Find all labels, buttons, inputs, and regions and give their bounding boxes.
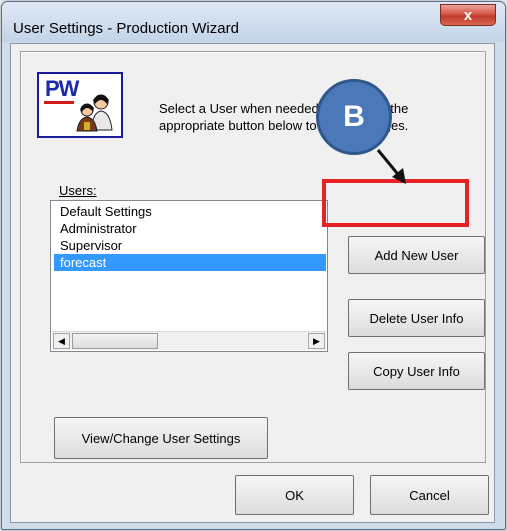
copy-user-info-button[interactable]: Copy User Info [348,352,485,390]
list-item-default-settings[interactable]: Default Settings [54,203,326,220]
user-settings-panel: PW Select a User when needed, then press… [20,51,486,463]
list-item-forecast[interactable]: forecast [54,254,326,271]
ok-button[interactable]: OK [235,475,354,515]
delete-user-info-button[interactable]: Delete User Info [348,299,485,337]
list-item-administrator[interactable]: Administrator [54,220,326,237]
intro-instructions: Select a User when needed, then press th… [159,101,409,133]
scroll-thumb[interactable] [72,333,158,349]
production-wizard-logo: PW [37,72,123,138]
cancel-button[interactable]: Cancel [370,475,489,515]
chevron-right-icon: ▶ [313,336,320,346]
list-item-supervisor[interactable]: Supervisor [54,237,326,254]
step-marker-b: B [316,79,392,155]
close-button[interactable]: x [440,4,496,26]
chevron-left-icon: ◀ [58,336,65,346]
view-change-settings-button[interactable]: View/Change User Settings [54,417,268,459]
add-new-user-button[interactable]: Add New User [348,236,485,274]
dialog-client-area: PW Select a User when needed, then press… [10,43,495,523]
scroll-right-button[interactable]: ▶ [308,333,325,349]
step-marker-label: B [343,100,365,133]
title-bar[interactable]: User Settings - Production Wizard x [2,2,505,42]
logo-text: PW [45,76,79,101]
users-listbox[interactable]: Default Settings Administrator Superviso… [50,200,328,352]
scroll-left-button[interactable]: ◀ [53,333,70,349]
window-title: User Settings - Production Wizard [13,20,239,37]
users-label: Users: [59,183,97,198]
users-logo-icon [76,94,113,132]
add-user-highlight-box [322,179,469,227]
close-icon: x [463,6,473,24]
horizontal-scrollbar[interactable]: ◀ ▶ [52,331,326,350]
logo-underline [44,101,74,104]
dialog-window: User Settings - Production Wizard x PW S… [1,1,506,530]
